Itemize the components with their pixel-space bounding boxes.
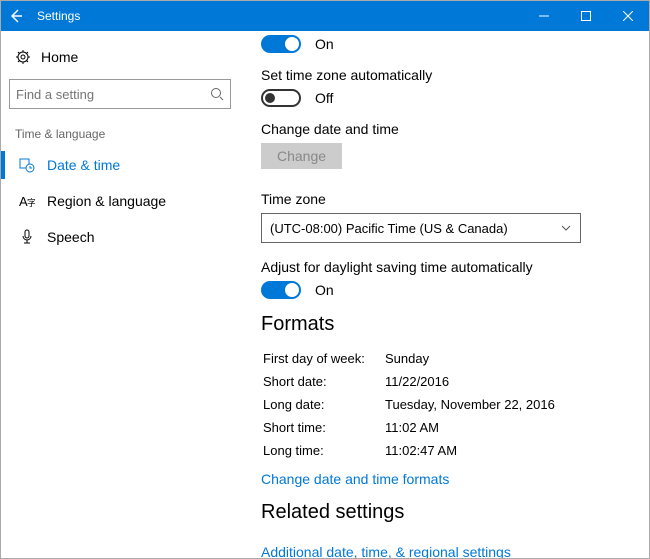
sidebar-item-region[interactable]: A字 Region & language	[9, 183, 231, 219]
change-button: Change	[261, 143, 342, 169]
related-heading: Related settings	[261, 501, 637, 524]
search-input[interactable]	[16, 87, 210, 102]
sidebar-home[interactable]: Home	[9, 43, 231, 79]
maximize-button[interactable]	[565, 1, 607, 31]
fmt-key: Long date:	[263, 394, 383, 415]
calendar-clock-icon	[19, 157, 35, 173]
chevron-down-icon	[560, 222, 572, 234]
arrow-left-icon	[8, 8, 24, 24]
timezone-dropdown[interactable]: (UTC-08:00) Pacific Time (US & Canada)	[261, 213, 581, 243]
additional-settings-link[interactable]: Additional date, time, & regional settin…	[261, 544, 511, 558]
formats-table: First day of week:Sunday Short date:11/2…	[261, 346, 557, 463]
sidebar-group-label: Time & language	[15, 127, 231, 141]
gear-icon	[15, 49, 31, 65]
sidebar-item-label: Region & language	[47, 193, 166, 209]
window-controls	[523, 1, 649, 31]
content-area: On Set time zone automatically Off Chang…	[239, 31, 649, 558]
svg-text:字: 字	[27, 197, 35, 208]
label-set-tz-auto: Set time zone automatically	[261, 67, 637, 83]
toggle-row-tzauto: Off	[261, 89, 637, 107]
toggle-state: On	[315, 282, 334, 298]
toggle-dst[interactable]	[261, 281, 301, 299]
label-dst: Adjust for daylight saving time automati…	[261, 259, 637, 275]
toggle-initial[interactable]	[261, 35, 301, 53]
search-box[interactable]	[9, 79, 231, 109]
sidebar-item-datetime[interactable]: Date & time	[9, 147, 231, 183]
toggle-tzauto[interactable]	[261, 89, 301, 107]
search-icon	[210, 87, 224, 101]
toggle-row-initial: On	[261, 35, 637, 53]
fmt-val: 11:02:47 AM	[385, 440, 555, 461]
timezone-value: (UTC-08:00) Pacific Time (US & Canada)	[270, 221, 508, 236]
sidebar-item-label: Speech	[47, 229, 94, 245]
sidebar-home-label: Home	[41, 49, 78, 65]
formats-heading: Formats	[261, 313, 637, 336]
close-icon	[623, 11, 633, 21]
close-button[interactable]	[607, 1, 649, 31]
window-title: Settings	[31, 9, 523, 23]
sidebar-item-speech[interactable]: Speech	[9, 219, 231, 255]
titlebar: Settings	[1, 1, 649, 31]
change-formats-link[interactable]: Change date and time formats	[261, 471, 449, 487]
back-button[interactable]	[1, 1, 31, 31]
label-timezone: Time zone	[261, 191, 637, 207]
toggle-state: Off	[315, 90, 333, 106]
toggle-row-dst: On	[261, 281, 637, 299]
fmt-key: First day of week:	[263, 348, 383, 369]
fmt-val: Sunday	[385, 348, 555, 369]
fmt-val: 11/22/2016	[385, 371, 555, 392]
fmt-key: Short date:	[263, 371, 383, 392]
fmt-val: Tuesday, November 22, 2016	[385, 394, 555, 415]
minimize-button[interactable]	[523, 1, 565, 31]
globe-letter-icon: A字	[19, 193, 35, 209]
microphone-icon	[19, 229, 35, 245]
toggle-state: On	[315, 36, 334, 52]
fmt-val: 11:02 AM	[385, 417, 555, 438]
sidebar: Home Time & language Date & time A字 Regi…	[1, 31, 239, 558]
label-change-datetime: Change date and time	[261, 121, 637, 137]
fmt-key: Long time:	[263, 440, 383, 461]
sidebar-item-label: Date & time	[47, 157, 120, 173]
minimize-icon	[539, 11, 549, 21]
fmt-key: Short time:	[263, 417, 383, 438]
maximize-icon	[581, 11, 591, 21]
